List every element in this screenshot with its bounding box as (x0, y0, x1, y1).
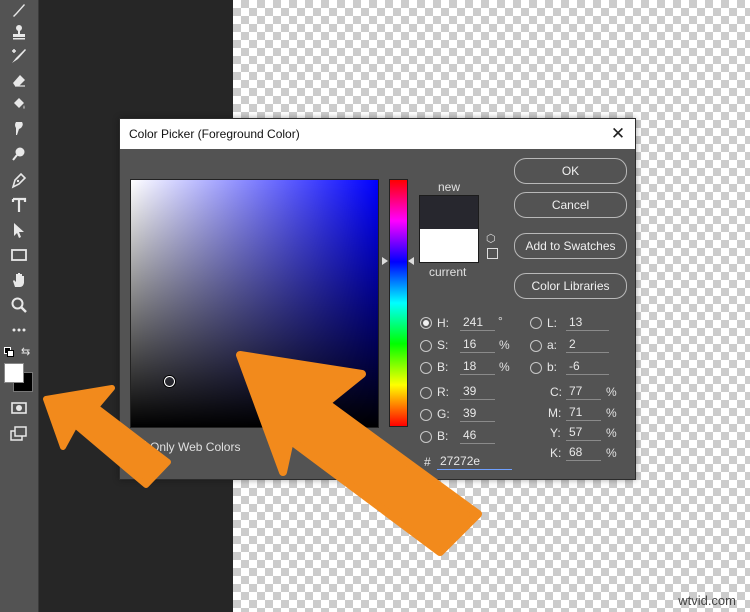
annotation-arrow-small (43, 385, 171, 488)
watermark: wtvid.com (678, 593, 736, 608)
annotation-arrow-large (236, 351, 482, 556)
annotation-arrows (43, 351, 482, 556)
